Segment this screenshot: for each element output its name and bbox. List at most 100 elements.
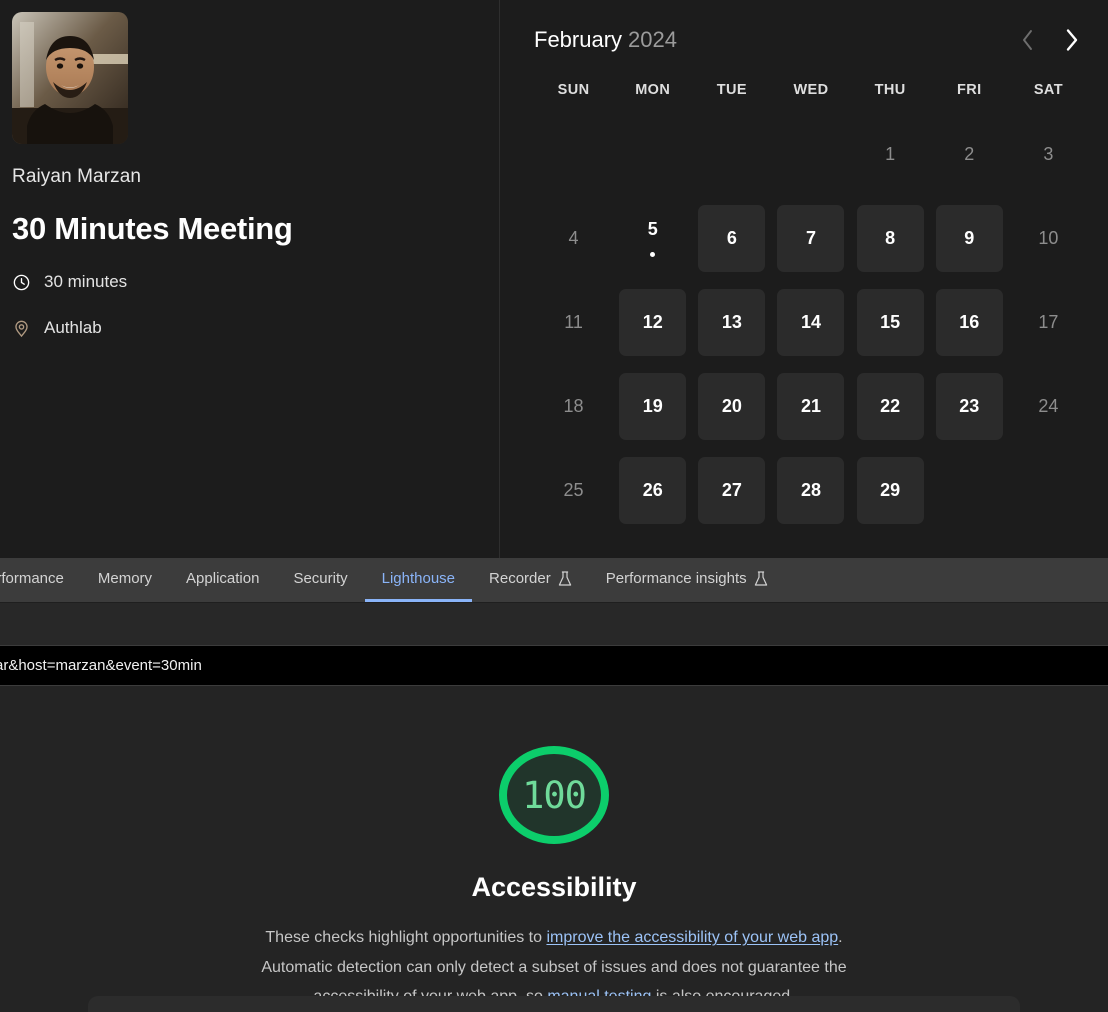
calendar-weekday-header: SUN MON TUE WED THU FRI SAT (534, 82, 1088, 98)
calendar-month-year: February 2024 (534, 27, 677, 53)
calendar-day-29[interactable]: 29 (851, 448, 930, 532)
improve-accessibility-link[interactable]: improve the accessibility of your web ap… (546, 929, 838, 946)
devtools-tab-label: Security (293, 570, 348, 587)
calendar-day-blank (692, 112, 771, 196)
url-text: ar&host=marzan&event=30min (0, 657, 202, 674)
calendar-day-12[interactable]: 12 (613, 280, 692, 364)
calendar-day-21[interactable]: 21 (771, 364, 850, 448)
event-location-row: Authlab (12, 318, 499, 338)
host-name: Raiyan Marzan (12, 166, 142, 187)
calendar-panel: February 2024 SUN MON TUE WED THU FRI SAT 12345… (500, 0, 1108, 558)
calendar-day-disabled: 24 (1038, 395, 1059, 416)
devtools-tab-erformance[interactable]: erformance (0, 558, 81, 602)
calendar-day-disabled: 4 (568, 227, 579, 248)
desc-text-1: These checks highlight opportunities to (265, 929, 547, 947)
calendar-day-8[interactable]: 8 (851, 196, 930, 280)
calendar-day-5[interactable]: 5 (613, 196, 692, 280)
lighthouse-report: 100 Accessibility These checks highlight… (0, 686, 1108, 1012)
calendar-day-grid: 1 2 3 4 5 6 7 8 9 10 11 12 13 14 15 16 17 18 19 20 21 22 23 24 2… (534, 112, 1088, 532)
devtools-tab-recorder[interactable]: Recorder (472, 558, 589, 602)
next-month-button[interactable] (1060, 25, 1082, 55)
calendar-nav (1016, 25, 1088, 55)
calendar-day-button[interactable]: 21 (777, 372, 845, 440)
calendar-day-button[interactable]: 22 (856, 372, 924, 440)
calendar-day-23[interactable]: 23 (930, 364, 1009, 448)
experimental-flask-icon (754, 570, 767, 586)
calendar-day-button[interactable]: 8 (856, 204, 924, 272)
calendar-day-button[interactable]: 27 (698, 456, 766, 524)
calendar-day-14[interactable]: 14 (771, 280, 850, 364)
calendar-day-button[interactable]: 12 (619, 288, 687, 356)
calendar-weekday-fri: FRI (956, 82, 982, 98)
calendar-day-22[interactable]: 22 (851, 364, 930, 448)
calendar-day-1: 1 (851, 112, 930, 196)
calendar-day-disabled: 10 (1038, 227, 1059, 248)
calendar-day-button[interactable]: 13 (698, 288, 766, 356)
event-details-panel: Raiyan Marzan 30 Minutes Meeting 30 minu… (0, 0, 500, 558)
devtools-tab-security[interactable]: Security (276, 558, 364, 602)
calendar-day-button[interactable]: 14 (777, 288, 845, 356)
calendar-day-28[interactable]: 28 (771, 448, 850, 532)
calendar-day-disabled: 2 (964, 143, 975, 164)
avatar-photo (12, 12, 128, 144)
booking-page-screenshot: Raiyan Marzan 30 Minutes Meeting 30 minu… (0, 0, 1108, 558)
calendar-weekday-sun: SUN (557, 82, 590, 98)
calendar-day-10: 10 (1009, 196, 1088, 280)
devtools-tab-performance-insights[interactable]: Performance insights (589, 558, 785, 602)
calendar-day-disabled: 17 (1038, 311, 1059, 332)
calendar-day-11: 11 (534, 280, 613, 364)
calendar-day-button[interactable]: 23 (935, 372, 1003, 440)
url-bar[interactable]: ar&host=marzan&event=30min (0, 646, 1108, 686)
calendar-day-19[interactable]: 19 (613, 364, 692, 448)
devtools-tab-label: Performance insights (605, 570, 747, 587)
calendar-day-3: 3 (1009, 112, 1088, 196)
calendar-day-button[interactable]: 7 (777, 204, 845, 272)
devtools-tab-label: Recorder (489, 570, 551, 587)
devtools-tab-label: Memory (97, 570, 153, 587)
calendar-day-disabled: 25 (563, 479, 584, 500)
event-location-label: Authlab (44, 318, 102, 338)
calendar-day-27[interactable]: 27 (692, 448, 771, 532)
calendar-day-button[interactable]: 6 (698, 204, 766, 272)
calendar-day-6[interactable]: 6 (692, 196, 771, 280)
calendar-day-disabled: 18 (563, 395, 584, 416)
devtools-tab-lighthouse[interactable]: Lighthouse (364, 558, 473, 602)
calendar-day-16[interactable]: 16 (930, 280, 1009, 364)
calendar-day-button[interactable]: 20 (698, 372, 766, 440)
devtools-tab-bar: erformance Memory Application Security Light… (0, 558, 1108, 603)
avatar (12, 12, 128, 144)
devtools-tab-label: erformance (0, 570, 64, 587)
calendar-day-button[interactable]: 19 (619, 372, 687, 440)
calendar-day-today[interactable]: 5 (619, 205, 686, 272)
calendar-day-7[interactable]: 7 (771, 196, 850, 280)
calendar-day-disabled: 11 (564, 311, 583, 332)
calendar-day-disabled: 3 (1043, 143, 1054, 164)
calendar-header: February 2024 (534, 18, 1088, 62)
calendar-day-9[interactable]: 9 (930, 196, 1009, 280)
calendar-day-26[interactable]: 26 (613, 448, 692, 532)
calendar-day-disabled: 1 (885, 143, 896, 164)
event-title: 30 Minutes Meeting (12, 211, 293, 246)
calendar-day-15[interactable]: 15 (851, 280, 930, 364)
lighthouse-toolbar (0, 603, 1108, 646)
experimental-flask-icon (558, 570, 571, 586)
calendar-day-20[interactable]: 20 (692, 364, 771, 448)
calendar-day-button[interactable]: 26 (619, 456, 687, 524)
calendar-month: February (534, 27, 623, 52)
calendar-day-24: 24 (1009, 364, 1088, 448)
devtools-panel: erformance Memory Application Security Light… (0, 558, 1108, 1012)
calendar-day-button[interactable]: 29 (856, 456, 924, 524)
lighthouse-score-value: 100 (522, 773, 587, 817)
calendar-day-button[interactable]: 15 (856, 288, 924, 356)
devtools-tab-memory[interactable]: Memory (81, 558, 169, 602)
audit-section-card (88, 996, 1020, 1012)
calendar-day-button[interactable]: 16 (935, 288, 1003, 356)
calendar-day-4: 4 (534, 196, 613, 280)
calendar-day-button[interactable]: 9 (935, 204, 1003, 272)
calendar-day-13[interactable]: 13 (692, 280, 771, 364)
prev-month-button[interactable] (1016, 25, 1038, 55)
today-dot-indicator (650, 252, 656, 257)
calendar-day-button[interactable]: 28 (777, 456, 845, 524)
devtools-tab-application[interactable]: Application (169, 558, 276, 602)
calendar-day-blank (771, 112, 850, 196)
